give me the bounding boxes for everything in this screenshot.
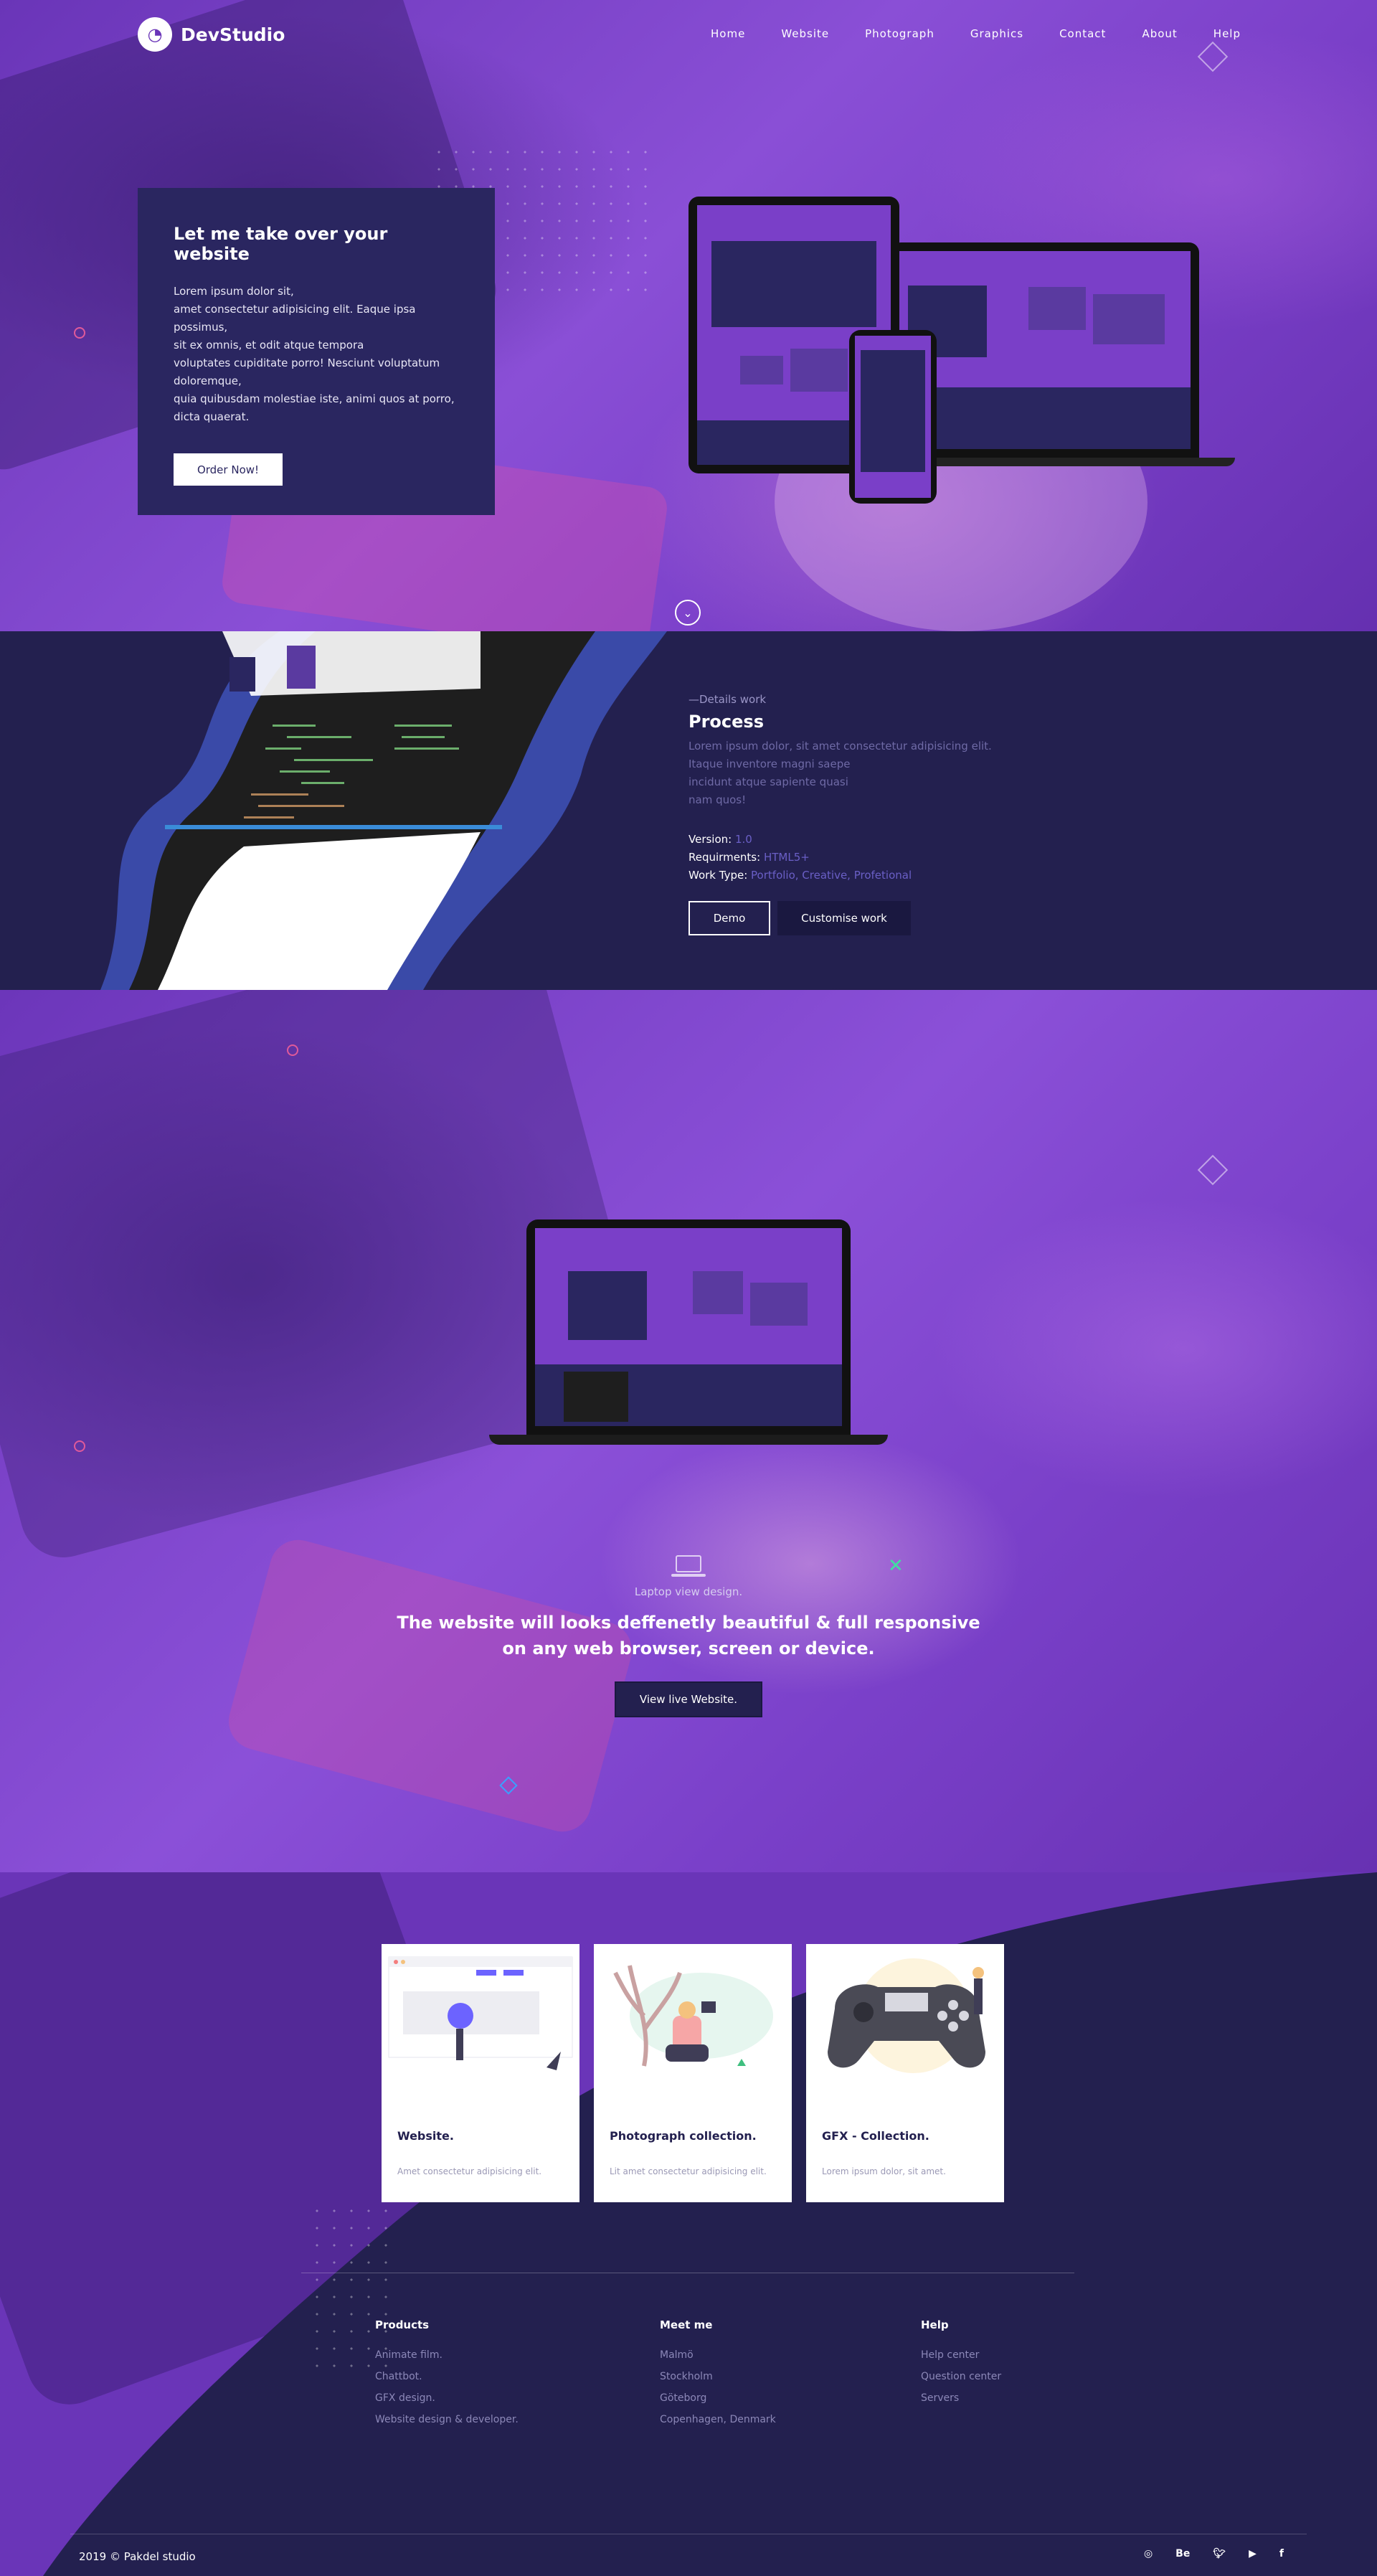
laptop-base (489, 1435, 888, 1445)
service-cards: Website. Amet consectetur adipisicing el… (382, 1944, 1004, 2202)
top-nav: ◔ DevStudio Home Website Photograph Grap… (0, 0, 1377, 72)
service-card-photograph[interactable]: Photograph collection. Lit amet consecte… (594, 1944, 792, 2202)
website-illustration (388, 1956, 573, 2070)
ring-decoration (74, 1440, 85, 1452)
footer-link[interactable]: Stockholm (660, 2366, 776, 2387)
work-type-label: Work Type: (688, 869, 748, 882)
behance-icon[interactable]: Be (1175, 2548, 1190, 2560)
logo[interactable]: ◔ DevStudio (138, 17, 285, 52)
nav-link-contact[interactable]: Contact (1059, 27, 1106, 40)
nav-link-about[interactable]: About (1142, 27, 1177, 40)
nav-links: Home Website Photograph Graphics Contact… (711, 27, 1241, 40)
requirements-value: HTML5+ (763, 851, 810, 864)
social-links: ◎ Be 🐦︎ ▶ f (1144, 2548, 1284, 2560)
footer-col-help: Help Help center Question center Servers (921, 2318, 1001, 2409)
hero-section: ◔ DevStudio Home Website Photograph Grap… (0, 0, 1377, 631)
details-desc: Lorem ipsum dolor, sit amet consectetur … (688, 740, 992, 806)
footer-link[interactable]: Question center (921, 2366, 1001, 2387)
showcase-text: Laptop view design. The website will loo… (0, 1555, 1377, 1717)
facebook-icon[interactable]: f (1279, 2548, 1284, 2560)
details-meta: Version: 1.0 Requirments: HTML5+ Work Ty… (688, 831, 1047, 884)
details-text: —Details work Process Lorem ipsum dolor,… (688, 693, 1047, 935)
ring-decoration (74, 327, 85, 339)
card-title: Website. (397, 2129, 454, 2143)
logo-text: DevStudio (181, 24, 285, 45)
showcase-caption: Laptop view design. (634, 1585, 743, 1598)
nav-link-home[interactable]: Home (711, 27, 745, 40)
footer-col-title: Meet me (660, 2318, 713, 2331)
order-now-button[interactable]: Order Now! (174, 453, 283, 486)
details-buttons: Demo Customise work (688, 901, 911, 935)
nav-link-photograph[interactable]: Photograph (865, 27, 934, 40)
footer-link[interactable]: GFX design. (375, 2387, 519, 2409)
ring-decoration (287, 1044, 298, 1056)
service-card-gfx[interactable]: GFX - Collection. Lorem ipsum dolor, sit… (806, 1944, 1004, 2202)
diamond-decoration (1197, 1154, 1229, 1186)
scroll-down-icon[interactable]: ⌄ (675, 600, 701, 626)
footer-link[interactable]: Malmö (660, 2344, 776, 2366)
laptop-showcase-mockup (526, 1219, 851, 1435)
view-live-website-button[interactable]: View live Website. (615, 1681, 762, 1717)
hero-title: Let me take over your website (174, 224, 388, 264)
instagram-icon[interactable]: ◎ (1144, 2548, 1153, 2560)
version-value: 1.0 (735, 833, 752, 846)
footer-col-products: Products Animate film. Chattbot. GFX des… (375, 2318, 519, 2430)
footer-col-title: Help (921, 2318, 949, 2331)
details-eyebrow: —Details work (688, 693, 767, 706)
bottom-section: Website. Amet consectetur adipisicing el… (0, 1872, 1377, 2576)
laptop-mockup (891, 242, 1199, 458)
footer-link[interactable]: Website design & developer. (375, 2409, 519, 2430)
footer-link[interactable]: Göteborg (660, 2387, 776, 2409)
hero-body: Lorem ipsum dolor sit, amet consectetur … (174, 285, 455, 423)
footer-link[interactable]: Animate film. (375, 2344, 519, 2366)
showcase-section: ✕ Laptop view design. The website will l… (0, 990, 1377, 1872)
footer-col-title: Products (375, 2318, 430, 2331)
footer-link[interactable]: Servers (921, 2387, 1001, 2409)
version-label: Version: (688, 833, 732, 846)
photograph-illustration (613, 1965, 773, 2067)
card-desc: Amet consectetur adipisicing elit. (397, 2166, 542, 2176)
hero-card: Let me take over your website Lorem ipsu… (138, 188, 495, 515)
work-type-value: Portfolio, Creative, Profetional (751, 869, 912, 882)
service-card-website[interactable]: Website. Amet consectetur adipisicing el… (382, 1944, 579, 2202)
footer-col-meet-me: Meet me Malmö Stockholm Göteborg Copenha… (660, 2318, 776, 2430)
card-title: GFX - Collection. (822, 2129, 929, 2143)
footer-link[interactable]: Help center (921, 2344, 1001, 2366)
laptop-icon (671, 1555, 706, 1577)
details-title: Process (688, 712, 764, 732)
requirements-label: Requirments: (688, 851, 761, 864)
twitter-icon[interactable]: 🐦︎ (1213, 2548, 1226, 2560)
card-desc: Lorem ipsum dolor, sit amet. (822, 2166, 946, 2176)
customise-work-button[interactable]: Customise work (777, 901, 911, 935)
phone-mockup (849, 330, 937, 504)
details-section: —Details work Process Lorem ipsum dolor,… (0, 631, 1377, 990)
code-screenshot-wave (100, 631, 667, 990)
footer-link[interactable]: Chattbot. (375, 2366, 519, 2387)
nav-link-help[interactable]: Help (1213, 27, 1241, 40)
showcase-headline: The website will looks deffenetly beauti… (397, 1613, 980, 1659)
card-title: Photograph collection. (610, 2129, 757, 2143)
gamepad-illustration (828, 1958, 985, 2073)
demo-button[interactable]: Demo (688, 901, 770, 935)
nav-link-website[interactable]: Website (781, 27, 829, 40)
copyright: 2019 © Pakdel studio (79, 2550, 196, 2563)
logo-icon: ◔ (138, 17, 172, 52)
footer-link[interactable]: Copenhagen, Denmark (660, 2409, 776, 2430)
card-desc: Lit amet consectetur adipisicing elit. (610, 2166, 767, 2176)
nav-link-graphics[interactable]: Graphics (970, 27, 1023, 40)
youtube-icon[interactable]: ▶ (1249, 2548, 1257, 2560)
